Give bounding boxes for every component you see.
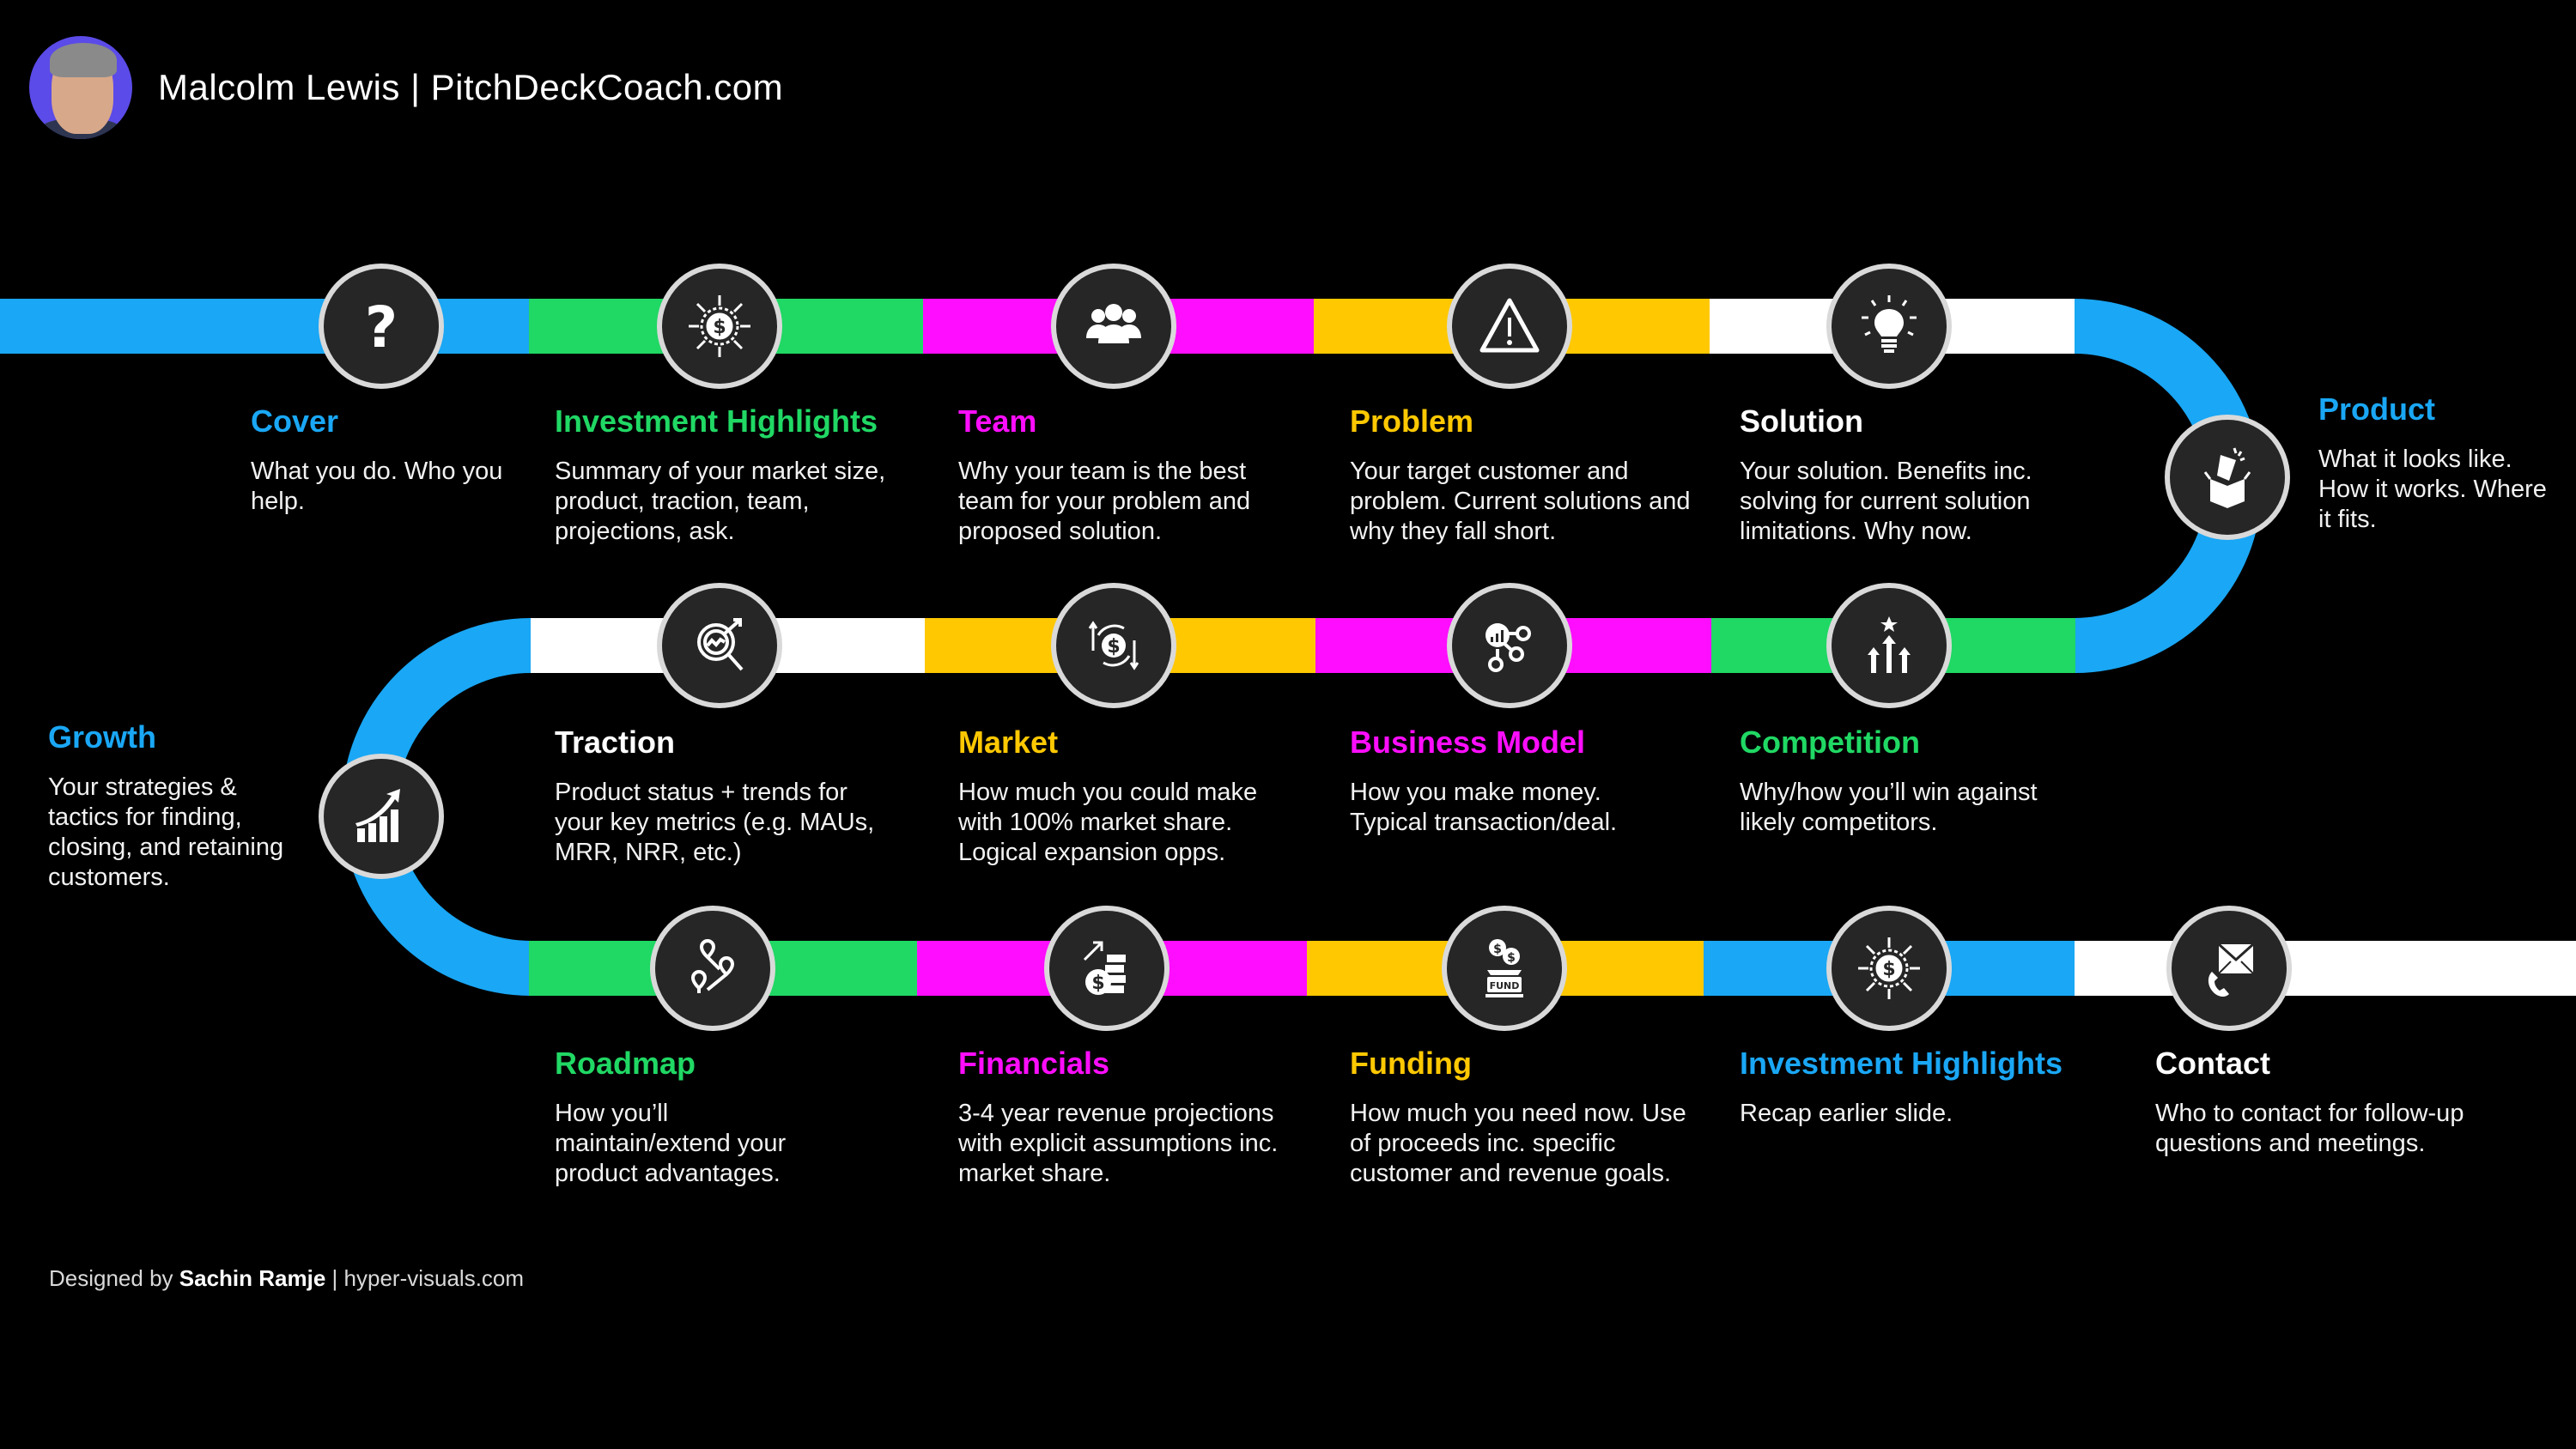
step-card-funding: Funding How much you need now. Use of pr… — [1350, 1046, 1710, 1189]
step-card-growth: Growth Your strategies & tactics for fin… — [48, 719, 409, 893]
step-card-product: Product What it looks like. How it works… — [2318, 391, 2576, 535]
footer-site-link[interactable]: hyper-visuals.com — [344, 1265, 525, 1291]
step-description: How much you need now. Use of proceeds i… — [1350, 1100, 1686, 1187]
svg-text:$: $ — [713, 317, 726, 338]
step-card-team: Team Why your team is the best team for … — [958, 403, 1319, 547]
step-title: Growth — [48, 719, 156, 755]
contact-mail-phone-icon — [2208, 943, 2255, 997]
step-title: Traction — [555, 724, 676, 760]
footer-separator: | — [331, 1265, 338, 1291]
step-description: What you do. Who you help. — [251, 458, 503, 515]
node-funding: $ $ FUND — [1442, 906, 1567, 1031]
node-team — [1051, 264, 1176, 389]
step-title: Investment Highlights — [555, 403, 878, 439]
avatar-hair — [50, 43, 117, 77]
step-description: 3-4 year revenue projections with explic… — [958, 1100, 1279, 1187]
step-title: Financials — [958, 1046, 1110, 1081]
step-title: Market — [958, 724, 1059, 760]
fund-icon: $ $ FUND — [1485, 939, 1523, 997]
footer-prefix: Designed by — [49, 1265, 173, 1291]
svg-text:$: $ — [1091, 973, 1104, 994]
svg-text:$: $ — [1507, 951, 1516, 965]
step-card-traction: Traction Product status + trends for you… — [555, 724, 915, 868]
node-investment-highlights: $ — [657, 264, 782, 389]
step-description: Summary of your market size, product, tr… — [555, 458, 886, 545]
step-card-contact: Contact Who to contact for follow-up que… — [2155, 1046, 2516, 1159]
step-description: How much you could make with 100% market… — [958, 779, 1258, 866]
dollar-burst-icon: $ — [1858, 937, 1920, 999]
step-description: Why/how you’ll win against likely compet… — [1740, 779, 2038, 836]
header: Malcolm Lewis | PitchDeckCoach.com — [29, 36, 783, 139]
node-product — [2165, 415, 2290, 540]
step-title: Competition — [1740, 724, 1920, 760]
step-description: How you’ll maintain/extend your product … — [555, 1100, 787, 1187]
svg-text:?: ? — [365, 294, 398, 361]
node-roadmap — [650, 906, 775, 1031]
step-description: Product status + trends for your key met… — [555, 779, 875, 866]
node-traction — [657, 583, 782, 708]
step-card-roadmap: Roadmap How you’ll maintain/extend your … — [555, 1046, 915, 1189]
market-dollar-icon: $ — [1088, 621, 1139, 670]
step-description: Your solution. Benefits inc. solving for… — [1740, 458, 2032, 545]
avatar — [29, 36, 132, 139]
node-financials: $ — [1044, 906, 1170, 1031]
warning-icon — [1479, 298, 1540, 353]
step-description: Recap earlier slide. — [1740, 1100, 1953, 1127]
team-icon — [1086, 304, 1141, 343]
step-card-competition: Competition Why/how you’ll win against l… — [1740, 724, 2100, 838]
product-box-icon — [2203, 447, 2251, 508]
step-title: Business Model — [1350, 724, 1586, 760]
step-card-business-model: Business Model How you make money. Typic… — [1350, 724, 1710, 838]
dollar-burst-icon: $ — [689, 295, 750, 357]
step-card-investment-highlights: Investment Highlights Summary of your ma… — [555, 403, 915, 547]
roadmap-pins-icon — [690, 938, 735, 993]
step-title: Investment Highlights — [1740, 1046, 2063, 1081]
step-title: Problem — [1350, 403, 1474, 439]
step-card-problem: Problem Your target customer and problem… — [1350, 403, 1710, 547]
step-description: How you make money. Typical transaction/… — [1350, 779, 1618, 836]
node-solution — [1826, 264, 1952, 389]
track-segment-cover — [0, 299, 531, 354]
step-description: Who to contact for follow-up questions a… — [2155, 1100, 2464, 1157]
step-title: Team — [958, 403, 1037, 439]
step-title: Solution — [1740, 403, 1863, 439]
question-icon: ? — [365, 294, 398, 361]
step-card-investment-highlights-recap: Investment Highlights Recap earlier slid… — [1740, 1046, 2100, 1129]
svg-text:FUND: FUND — [1490, 980, 1520, 991]
step-title: Product — [2318, 391, 2436, 427]
step-description: Your strategies & tactics for finding, c… — [48, 773, 284, 891]
step-card-financials: Financials 3-4 year revenue projections … — [958, 1046, 1319, 1189]
svg-text:$: $ — [1882, 959, 1895, 980]
business-model-icon — [1485, 623, 1531, 672]
node-competition — [1826, 583, 1952, 708]
step-title: Funding — [1350, 1046, 1472, 1081]
financials-coins-icon: $ — [1083, 941, 1126, 995]
svg-text:$: $ — [1107, 636, 1120, 658]
step-description: Your target customer and problem. Curren… — [1350, 458, 1691, 545]
header-title: Malcolm Lewis | PitchDeckCoach.com — [158, 67, 784, 107]
lightbulb-icon — [1862, 295, 1917, 353]
track-segment-contact — [2075, 941, 2576, 996]
step-title: Contact — [2155, 1046, 2270, 1081]
step-card-solution: Solution Your solution. Benefits inc. so… — [1740, 403, 2100, 547]
step-title: Roadmap — [555, 1046, 696, 1081]
traction-analytics-icon — [697, 618, 744, 671]
step-card-market: Market How much you could make with 100%… — [958, 724, 1319, 868]
node-investment-highlights-recap: $ — [1826, 906, 1952, 1031]
step-description: Why your team is the best team for your … — [958, 458, 1251, 545]
step-description: What it looks like. How it works. Where … — [2318, 446, 2547, 533]
node-business-model — [1447, 583, 1572, 708]
footer-credit: Designed by Sachin Ramje | hyper-visuals… — [49, 1265, 524, 1292]
competition-arrows-icon — [1868, 616, 1911, 673]
footer-designer: Sachin Ramje — [179, 1265, 326, 1291]
node-problem — [1447, 264, 1572, 389]
node-cover: ? — [319, 264, 444, 389]
node-market: $ — [1051, 583, 1176, 708]
svg-text:$: $ — [1493, 943, 1502, 956]
node-contact — [2166, 906, 2292, 1031]
